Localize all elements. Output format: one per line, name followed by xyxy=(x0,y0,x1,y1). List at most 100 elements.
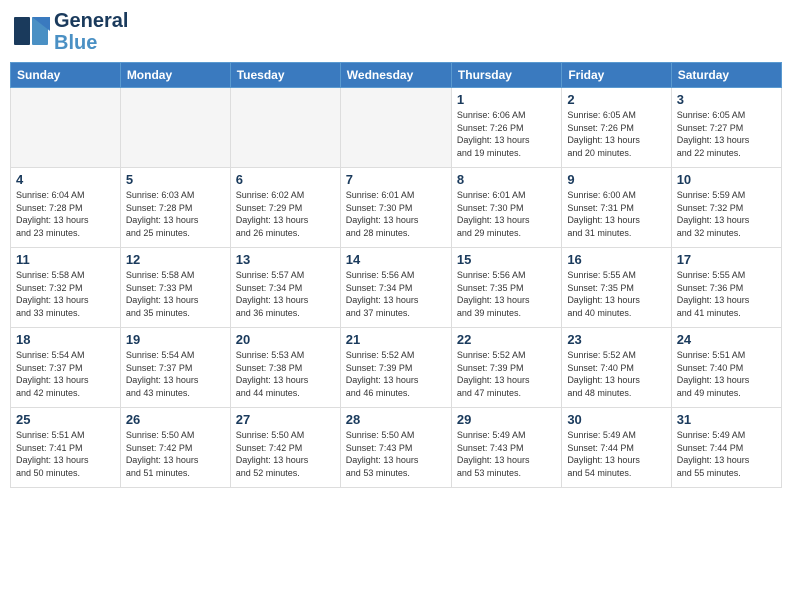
day-info: Sunrise: 5:58 AM Sunset: 7:32 PM Dayligh… xyxy=(16,269,115,319)
column-header-wednesday: Wednesday xyxy=(340,63,451,88)
calendar-cell: 31 Sunrise: 5:49 AM Sunset: 7:44 PM Dayli… xyxy=(671,408,781,488)
calendar-cell: 3Sunrise: 6:05 AM Sunset: 7:27 PM Daylig… xyxy=(671,88,781,168)
day-info: Sunrise: 5:55 AM Sunset: 7:35 PM Dayligh… xyxy=(567,269,665,319)
calendar-week-5: 25 Sunrise: 5:51 AM Sunset: 7:41 PM Dayli… xyxy=(11,408,782,488)
calendar-cell: 20 Sunrise: 5:53 AM Sunset: 7:38 PM Dayli… xyxy=(230,328,340,408)
logo-blue: Blue xyxy=(54,32,97,54)
calendar-cell: 5Sunrise: 6:03 AM Sunset: 7:28 PM Daylig… xyxy=(120,168,230,248)
day-info: Sunrise: 5:57 AM Sunset: 7:34 PM Dayligh… xyxy=(236,269,335,319)
day-info: Sunrise: 5:50 AM Sunset: 7:42 PM Dayligh… xyxy=(126,429,225,479)
day-number: 16 xyxy=(567,252,665,267)
logo: General Blue xyxy=(14,10,128,54)
calendar-cell xyxy=(230,88,340,168)
day-info: Sunrise: 5:49 AM Sunset: 7:44 PM Dayligh… xyxy=(677,429,776,479)
calendar-cell: 29Sunrise: 5:49 AM Sunset: 7:43 PM Dayli… xyxy=(451,408,561,488)
day-number: 31 xyxy=(677,412,776,427)
day-info: Sunrise: 5:50 AM Sunset: 7:43 PM Dayligh… xyxy=(346,429,446,479)
calendar-week-3: 11 Sunrise: 5:58 AM Sunset: 7:32 PM Dayli… xyxy=(11,248,782,328)
day-number: 23 xyxy=(567,332,665,347)
day-number: 27 xyxy=(236,412,335,427)
day-info: Sunrise: 6:05 AM Sunset: 7:26 PM Dayligh… xyxy=(567,109,665,159)
day-info: Sunrise: 6:01 AM Sunset: 7:30 PM Dayligh… xyxy=(457,189,556,239)
day-number: 10 xyxy=(677,172,776,187)
day-info: Sunrise: 6:02 AM Sunset: 7:29 PM Dayligh… xyxy=(236,189,335,239)
day-info: Sunrise: 5:52 AM Sunset: 7:40 PM Dayligh… xyxy=(567,349,665,399)
day-info: Sunrise: 5:49 AM Sunset: 7:43 PM Dayligh… xyxy=(457,429,556,479)
calendar-week-4: 18 Sunrise: 5:54 AM Sunset: 7:37 PM Dayli… xyxy=(11,328,782,408)
day-number: 19 xyxy=(126,332,225,347)
calendar-cell: 18 Sunrise: 5:54 AM Sunset: 7:37 PM Dayli… xyxy=(11,328,121,408)
day-number: 30 xyxy=(567,412,665,427)
day-info: Sunrise: 5:54 AM Sunset: 7:37 PM Dayligh… xyxy=(126,349,225,399)
day-info: Sunrise: 5:49 AM Sunset: 7:44 PM Dayligh… xyxy=(567,429,665,479)
calendar-cell: 26 Sunrise: 5:50 AM Sunset: 7:42 PM Dayli… xyxy=(120,408,230,488)
calendar-cell xyxy=(11,88,121,168)
day-number: 28 xyxy=(346,412,446,427)
calendar-cell: 10 Sunrise: 5:59 AM Sunset: 7:32 PM Dayli… xyxy=(671,168,781,248)
day-number: 24 xyxy=(677,332,776,347)
calendar-cell: 7 Sunrise: 6:01 AM Sunset: 7:30 PM Daylig… xyxy=(340,168,451,248)
day-info: Sunrise: 5:50 AM Sunset: 7:42 PM Dayligh… xyxy=(236,429,335,479)
day-number: 7 xyxy=(346,172,446,187)
day-number: 12 xyxy=(126,252,225,267)
day-info: Sunrise: 5:59 AM Sunset: 7:32 PM Dayligh… xyxy=(677,189,776,239)
day-info: Sunrise: 5:54 AM Sunset: 7:37 PM Dayligh… xyxy=(16,349,115,399)
calendar-cell: 4 Sunrise: 6:04 AM Sunset: 7:28 PM Daylig… xyxy=(11,168,121,248)
logo-general: General xyxy=(54,10,128,32)
day-info: Sunrise: 5:51 AM Sunset: 7:41 PM Dayligh… xyxy=(16,429,115,479)
column-header-friday: Friday xyxy=(562,63,671,88)
calendar-table: SundayMondayTuesdayWednesdayThursdayFrid… xyxy=(10,62,782,488)
day-number: 6 xyxy=(236,172,335,187)
day-number: 11 xyxy=(16,252,115,267)
calendar-cell xyxy=(340,88,451,168)
day-info: Sunrise: 6:00 AM Sunset: 7:31 PM Dayligh… xyxy=(567,189,665,239)
calendar-header-row: SundayMondayTuesdayWednesdayThursdayFrid… xyxy=(11,63,782,88)
column-header-saturday: Saturday xyxy=(671,63,781,88)
calendar-cell: 25 Sunrise: 5:51 AM Sunset: 7:41 PM Dayli… xyxy=(11,408,121,488)
page-header: General Blue xyxy=(10,10,782,54)
calendar-cell xyxy=(120,88,230,168)
day-number: 13 xyxy=(236,252,335,267)
day-info: Sunrise: 5:52 AM Sunset: 7:39 PM Dayligh… xyxy=(346,349,446,399)
calendar-cell: 16 Sunrise: 5:55 AM Sunset: 7:35 PM Dayli… xyxy=(562,248,671,328)
day-number: 20 xyxy=(236,332,335,347)
day-number: 4 xyxy=(16,172,115,187)
calendar-cell: 14Sunrise: 5:56 AM Sunset: 7:34 PM Dayli… xyxy=(340,248,451,328)
calendar-cell: 12Sunrise: 5:58 AM Sunset: 7:33 PM Dayli… xyxy=(120,248,230,328)
day-number: 26 xyxy=(126,412,225,427)
day-info: Sunrise: 5:56 AM Sunset: 7:34 PM Dayligh… xyxy=(346,269,446,319)
day-number: 18 xyxy=(16,332,115,347)
day-number: 8 xyxy=(457,172,556,187)
day-info: Sunrise: 5:55 AM Sunset: 7:36 PM Dayligh… xyxy=(677,269,776,319)
day-number: 25 xyxy=(16,412,115,427)
day-info: Sunrise: 5:51 AM Sunset: 7:40 PM Dayligh… xyxy=(677,349,776,399)
day-number: 15 xyxy=(457,252,556,267)
calendar-week-2: 4 Sunrise: 6:04 AM Sunset: 7:28 PM Daylig… xyxy=(11,168,782,248)
calendar-cell: 21 Sunrise: 5:52 AM Sunset: 7:39 PM Dayli… xyxy=(340,328,451,408)
day-info: Sunrise: 5:53 AM Sunset: 7:38 PM Dayligh… xyxy=(236,349,335,399)
calendar-cell: 22Sunrise: 5:52 AM Sunset: 7:39 PM Dayli… xyxy=(451,328,561,408)
column-header-thursday: Thursday xyxy=(451,63,561,88)
logo-icon xyxy=(14,17,50,47)
calendar-week-1: 1Sunrise: 6:06 AM Sunset: 7:26 PM Daylig… xyxy=(11,88,782,168)
calendar-cell: 9 Sunrise: 6:00 AM Sunset: 7:31 PM Daylig… xyxy=(562,168,671,248)
calendar-cell: 17 Sunrise: 5:55 AM Sunset: 7:36 PM Dayli… xyxy=(671,248,781,328)
day-info: Sunrise: 6:01 AM Sunset: 7:30 PM Dayligh… xyxy=(346,189,446,239)
calendar-cell: 24 Sunrise: 5:51 AM Sunset: 7:40 PM Dayli… xyxy=(671,328,781,408)
day-info: Sunrise: 5:52 AM Sunset: 7:39 PM Dayligh… xyxy=(457,349,556,399)
calendar-cell: 6 Sunrise: 6:02 AM Sunset: 7:29 PM Daylig… xyxy=(230,168,340,248)
day-number: 21 xyxy=(346,332,446,347)
day-number: 17 xyxy=(677,252,776,267)
calendar-cell: 30 Sunrise: 5:49 AM Sunset: 7:44 PM Dayli… xyxy=(562,408,671,488)
calendar-cell: 11 Sunrise: 5:58 AM Sunset: 7:32 PM Dayli… xyxy=(11,248,121,328)
calendar-cell: 19 Sunrise: 5:54 AM Sunset: 7:37 PM Dayli… xyxy=(120,328,230,408)
day-number: 3 xyxy=(677,92,776,107)
day-info: Sunrise: 5:56 AM Sunset: 7:35 PM Dayligh… xyxy=(457,269,556,319)
day-number: 2 xyxy=(567,92,665,107)
calendar-cell: 2 Sunrise: 6:05 AM Sunset: 7:26 PM Daylig… xyxy=(562,88,671,168)
calendar-cell: 15 Sunrise: 5:56 AM Sunset: 7:35 PM Dayli… xyxy=(451,248,561,328)
day-number: 9 xyxy=(567,172,665,187)
day-info: Sunrise: 6:04 AM Sunset: 7:28 PM Dayligh… xyxy=(16,189,115,239)
day-info: Sunrise: 6:06 AM Sunset: 7:26 PM Dayligh… xyxy=(457,109,556,159)
calendar-cell: 8 Sunrise: 6:01 AM Sunset: 7:30 PM Daylig… xyxy=(451,168,561,248)
